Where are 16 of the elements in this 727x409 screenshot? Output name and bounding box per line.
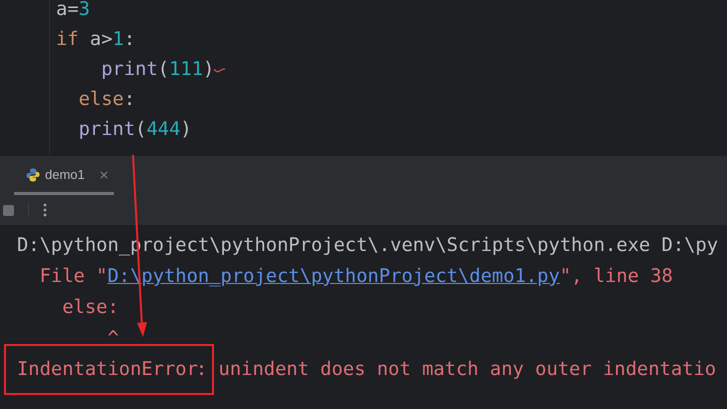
code-line: else: <box>78 88 136 112</box>
console-text: File " <box>38 265 108 289</box>
stop-button[interactable] <box>3 204 14 216</box>
python-icon <box>26 168 40 182</box>
console-text: ", line 38 <box>560 265 673 289</box>
more-icon[interactable] <box>43 203 47 217</box>
close-icon[interactable] <box>100 170 108 178</box>
error-squiggle-icon <box>214 68 226 73</box>
code-line: print(111) <box>56 55 226 85</box>
code-line: print(444) <box>78 118 192 142</box>
code-line: if a>1: <box>56 28 136 52</box>
tab-label: demo1 <box>45 166 85 184</box>
console-line: else: <box>61 296 119 320</box>
error-type: IndentationError <box>17 358 198 382</box>
console-line: ^ <box>106 327 119 351</box>
code-line: a=3 <box>56 0 90 22</box>
